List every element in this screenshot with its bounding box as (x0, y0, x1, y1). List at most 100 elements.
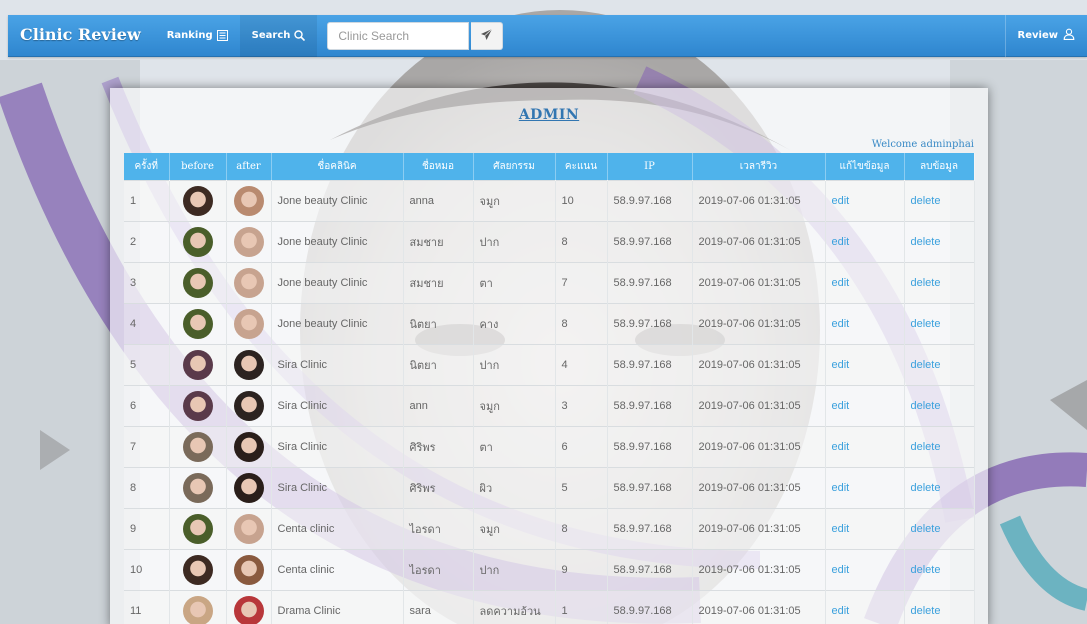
table-row: 2 Jone beauty Clinic สมชาย ปาก 8 58.9.97.168 2… (124, 220, 975, 262)
doctor-name: anna (403, 179, 474, 221)
before-photo-avatar[interactable] (182, 267, 213, 298)
delete-link[interactable]: delete (911, 236, 941, 248)
edit-link[interactable]: edit (832, 605, 850, 617)
table-row: 3 Jone beauty Clinic สมชาย ตา 7 58.9.97.168 20… (124, 261, 975, 303)
doctor-name: ศิริพร (403, 425, 474, 467)
table-row: 8 Sira Clinic ศิริพร ผิว 5 58.9.97.168 2019-07… (124, 466, 975, 508)
surgery-type: ปาก (473, 548, 556, 590)
after-photo-cell (226, 589, 272, 624)
row-number: 8 (124, 466, 170, 508)
review-time: 2019-07-06 01:31:05 (692, 220, 826, 262)
column-header: IP (607, 153, 693, 180)
delete-cell: delete (904, 425, 975, 467)
edit-link[interactable]: edit (832, 359, 850, 371)
column-header: after (226, 153, 272, 180)
search-submit-button[interactable] (471, 21, 504, 50)
before-photo-avatar[interactable] (182, 349, 213, 380)
row-number: 11 (124, 589, 170, 624)
clinic-search-input[interactable] (327, 21, 470, 50)
review-time: 2019-07-06 01:31:05 (692, 343, 826, 385)
ip-address: 58.9.97.168 (607, 343, 693, 385)
before-photo-avatar[interactable] (182, 390, 213, 421)
brand-logo[interactable]: Clinic Review (8, 15, 155, 57)
delete-link[interactable]: delete (911, 605, 941, 617)
edit-cell: edit (825, 261, 905, 303)
after-photo-avatar[interactable] (233, 595, 264, 624)
delete-cell: delete (904, 343, 975, 385)
delete-link[interactable]: delete (911, 318, 941, 330)
delete-link[interactable]: delete (911, 441, 941, 453)
delete-link[interactable]: delete (911, 195, 941, 207)
table-row: 7 Sira Clinic ศิริพร ตา 6 58.9.97.168 2019-07-… (124, 425, 975, 467)
before-photo-cell (169, 261, 227, 303)
ranking-link[interactable]: Ranking (155, 15, 240, 57)
doctor-name: ไอรดา (403, 507, 474, 549)
delete-cell: delete (904, 384, 975, 426)
before-photo-avatar[interactable] (182, 185, 213, 216)
edit-link[interactable]: edit (832, 400, 850, 412)
ip-address: 58.9.97.168 (607, 507, 693, 549)
edit-link[interactable]: edit (832, 564, 850, 576)
after-photo-avatar[interactable] (233, 554, 264, 585)
delete-link[interactable]: delete (911, 523, 941, 535)
edit-link[interactable]: edit (832, 441, 850, 453)
delete-link[interactable]: delete (911, 277, 941, 289)
review-time: 2019-07-06 01:31:05 (692, 589, 826, 624)
edit-link[interactable]: edit (832, 195, 850, 207)
column-header: แก้ไขข้อมูล (825, 153, 905, 180)
doctor-name: สมชาย (403, 220, 474, 262)
after-photo-avatar[interactable] (233, 513, 264, 544)
edit-cell: edit (825, 220, 905, 262)
column-header: ลบข้อมูล (904, 153, 975, 180)
review-time: 2019-07-06 01:31:05 (692, 507, 826, 549)
after-photo-avatar[interactable] (233, 267, 264, 298)
row-number: 7 (124, 425, 170, 467)
surgery-type: ตา (473, 261, 556, 303)
delete-link[interactable]: delete (911, 482, 941, 494)
review-score: 3 (555, 384, 608, 426)
edit-link[interactable]: edit (832, 236, 850, 248)
after-photo-avatar[interactable] (233, 185, 264, 216)
review-time: 2019-07-06 01:31:05 (692, 179, 826, 221)
review-link[interactable]: Review (1004, 14, 1087, 57)
delete-cell: delete (904, 589, 975, 624)
delete-cell: delete (904, 261, 975, 303)
before-photo-avatar[interactable] (182, 595, 213, 624)
table-row: 4 Jone beauty Clinic นิตยา คาง 8 58.9.97.168 2… (124, 302, 975, 344)
before-photo-avatar[interactable] (182, 513, 213, 544)
paper-plane-icon (480, 26, 493, 45)
before-photo-avatar[interactable] (182, 472, 213, 503)
after-photo-avatar[interactable] (233, 308, 264, 339)
search-form (327, 21, 504, 50)
ip-address: 58.9.97.168 (607, 220, 693, 262)
delete-link[interactable]: delete (911, 400, 941, 412)
after-photo-cell (226, 343, 272, 385)
delete-link[interactable]: delete (911, 564, 941, 576)
table-row: 10 Centa clinic ไอรดา ปาก 9 58.9.97.168 2019-0… (124, 548, 975, 590)
review-score: 9 (555, 548, 608, 590)
after-photo-avatar[interactable] (233, 390, 264, 421)
before-photo-avatar[interactable] (182, 554, 213, 585)
before-photo-avatar[interactable] (182, 431, 213, 462)
search-link[interactable]: Search (239, 14, 318, 57)
doctor-name: ไอรดา (403, 548, 474, 590)
ip-address: 58.9.97.168 (607, 384, 693, 426)
after-photo-avatar[interactable] (233, 472, 264, 503)
after-photo-avatar[interactable] (233, 226, 264, 257)
edit-link[interactable]: edit (832, 318, 850, 330)
clinic-name: Centa clinic (271, 548, 404, 590)
after-photo-cell (226, 384, 272, 426)
ip-address: 58.9.97.168 (607, 261, 693, 303)
edit-link[interactable]: edit (832, 482, 850, 494)
delete-cell: delete (904, 507, 975, 549)
after-photo-avatar[interactable] (233, 431, 264, 462)
edit-link[interactable]: edit (832, 523, 850, 535)
doctor-name: ศิริพร (403, 466, 474, 508)
edit-cell: edit (825, 425, 905, 467)
edit-link[interactable]: edit (832, 277, 850, 289)
before-photo-avatar[interactable] (182, 308, 213, 339)
before-photo-avatar[interactable] (182, 226, 213, 257)
after-photo-avatar[interactable] (233, 349, 264, 380)
delete-link[interactable]: delete (911, 359, 941, 371)
before-photo-cell (169, 507, 227, 549)
